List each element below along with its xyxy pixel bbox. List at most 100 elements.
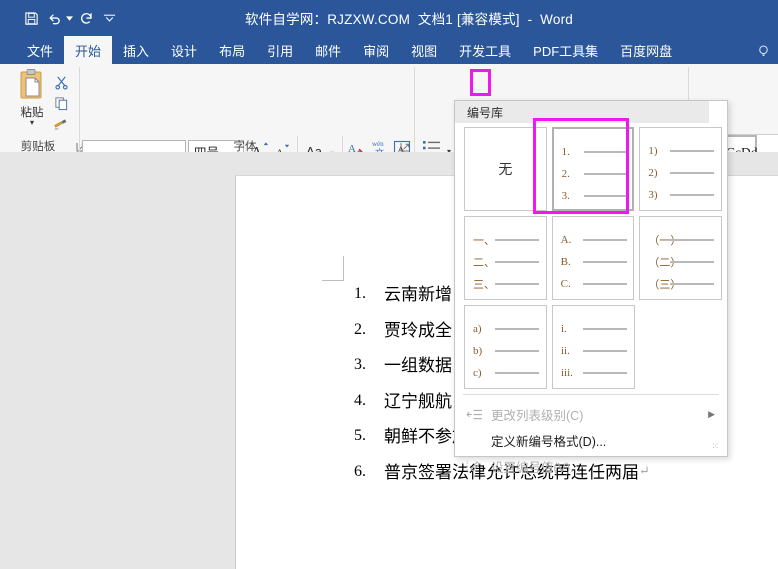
numbering-gallery: 无 1. 2. 3. 1) 2) 3) 一、 二、 三、 A. B. C. （一） （二） （三） a) b) c)… [464,126,723,394]
gallery-preview-line: 一、 [473,229,543,251]
numbering-library-header: 编号库 [455,101,709,123]
gallery-sample-rule [582,239,627,241]
ribbon-tab-0[interactable]: 文件 [16,36,64,64]
gallery-marker: b) [473,345,483,357]
list-item-text: 辽宁舰航 [384,391,452,411]
gallery-sample-rule [495,239,539,241]
gallery-preview: 一、 二、 三、 [473,229,543,295]
gallery-sample-rule [495,372,539,374]
gallery-sample-rule [582,283,627,285]
gallery-cell-decimal-period[interactable]: 1. 2. 3. [550,126,636,212]
menu-set-numbering-value[interactable]: 123 设置编号值(V)... [457,453,725,479]
gallery-preview-line: b) [473,340,543,362]
gallery-cell-cjk-ideographic[interactable]: 一、 二、 三、 [464,216,547,300]
gallery-sample-rule [670,150,715,152]
menu-define-new-number-format[interactable]: 定义新编号格式(D)... [457,427,725,453]
gallery-preview-line: B. [561,251,631,273]
ribbon-tab-label: 审阅 [363,43,390,59]
gallery-marker: 2) [648,167,658,179]
ribbon-tab-8[interactable]: 视图 [400,36,448,64]
gallery-sample-rule [670,261,715,263]
paste-button[interactable]: 粘贴 ▾ [10,68,54,138]
gallery-preview: i. ii. iii. [561,318,631,384]
gallery-sample-rule [583,350,627,352]
ribbon-tab-label: 邮件 [315,43,342,59]
ribbon-tab-3[interactable]: 设计 [160,36,208,64]
ribbon-tab-4[interactable]: 布局 [208,36,256,64]
ribbon-tab-label: 视图 [411,43,438,59]
ribbon-tab-10[interactable]: PDF工具集 [522,36,609,64]
gallery-sample-rule [582,261,627,263]
gallery-sample-rule [583,328,627,330]
gallery-marker: 3. [561,190,570,202]
ribbon-tab-5[interactable]: 引用 [256,36,304,64]
gallery-preview: A. B. C. [561,229,631,295]
gallery-preview-line: 1) [648,140,718,162]
ribbon-tab-label: PDF工具集 [533,43,599,59]
menu-change-list-level[interactable]: 更改列表级别(C) ▶ [457,401,725,427]
list-item-text: 云南新增 [384,285,452,304]
ribbon-tab-label: 插入 [123,43,150,59]
gallery-row: a) b) c) i. ii. iii. [464,305,722,389]
gallery-cell-none[interactable]: 无 [464,127,547,211]
title-bar: 软件自学网：RJZXW.COM 文档1 [兼容模式] - Word [0,0,778,36]
list-item-number: 3. [354,356,366,373]
gallery-marker: C. [560,278,571,290]
ribbon-tab-label: 文件 [27,43,54,59]
gallery-marker: （二） [648,257,682,269]
gallery-preview-line: c) [473,362,543,384]
gallery-marker: 3) [648,189,658,201]
ribbon-tab-1[interactable]: 开始 [64,36,113,64]
gallery-cell-lower-roman[interactable]: i. ii. iii. [552,305,635,389]
gallery-marker: 一、 [473,235,495,247]
gallery-marker: （一） [648,235,682,247]
ribbon-tab-6[interactable]: 邮件 [304,36,352,64]
ribbon-tab-label: 百度网盘 [620,43,673,59]
copy-icon[interactable] [50,93,72,114]
gallery-sample-rule [670,283,715,285]
help-icon[interactable] [752,40,774,62]
ribbon-tab-label: 引用 [267,43,294,59]
gallery-cell-lower-alpha-paren[interactable]: a) b) c) [464,305,547,389]
gallery-preview-line: 3. [562,185,632,207]
gallery-marker: A. [560,234,572,246]
numbering-library-panel: 编号库 无 1. 2. 3. 1) 2) 3) 一、 二、 三、 A. B. C. （一） （二） （三） a)… [454,100,728,475]
gallery-preview-line: （三） [648,273,718,295]
gallery-cell-decimal-paren[interactable]: 1) 2) 3) [639,127,722,211]
gallery-cell-cjk-parenthesized[interactable]: （一） （二） （三） [639,216,723,300]
ribbon-tab-9[interactable]: 开发工具 [448,36,522,64]
gallery-preview-line: （二） [648,251,718,273]
window-title-text: 软件自学网：RJZXW.COM 文档1 [兼容模式] - Word [245,12,573,27]
gallery-marker: B. [560,256,571,268]
define-new-number-format-label: 定义新编号格式(D)... [491,434,607,449]
cut-icon[interactable] [50,72,72,93]
ribbon-tab-bar: 文件 开始 插入 设计 布局 引用 邮件 审阅 视图 开发工具 PDF工具集 百度网盘 [0,36,778,64]
ribbon-tab-2[interactable]: 插入 [112,36,160,64]
gallery-preview: a) b) c) [473,318,543,384]
word-window: 软件自学网：RJZXW.COM 文档1 [兼容模式] - Word 文件 开始 插入… [0,0,778,569]
gallery-preview-line: a) [473,318,543,340]
gallery-marker: （三） [648,279,682,291]
gallery-sample-rule [670,239,715,241]
set-numbering-value-label: 设置编号值(V)... [491,460,581,475]
gallery-row: 一、 二、 三、 A. B. C. （一） （二） （三） [464,216,723,300]
list-item-text: 贾玲成全 [384,320,452,340]
gallery-sample-rule [495,328,539,330]
margin-corner-mark [322,256,365,281]
panel-separator [463,394,719,395]
gallery-sample-rule [583,195,628,197]
gallery-marker: i. [561,323,567,335]
resize-grip[interactable]: ⁙ [711,441,720,452]
paste-dropdown-icon[interactable]: ▾ [30,119,34,127]
gallery-marker: a) [473,323,482,335]
gallery-preview-line: 3) [648,184,718,206]
ribbon-tab-11[interactable]: 百度网盘 [609,36,683,64]
gallery-cell-upper-alpha[interactable]: A. B. C. [551,216,635,300]
gallery-preview: 1. 2. 3. [562,141,632,207]
gallery-preview-line: 2) [648,162,718,184]
ribbon-tab-7[interactable]: 审阅 [352,36,400,64]
gallery-marker: 三、 [473,279,495,291]
gallery-marker: ii. [561,345,570,357]
format-painter-icon[interactable] [50,114,72,135]
gallery-preview-line: ii. [561,340,631,362]
